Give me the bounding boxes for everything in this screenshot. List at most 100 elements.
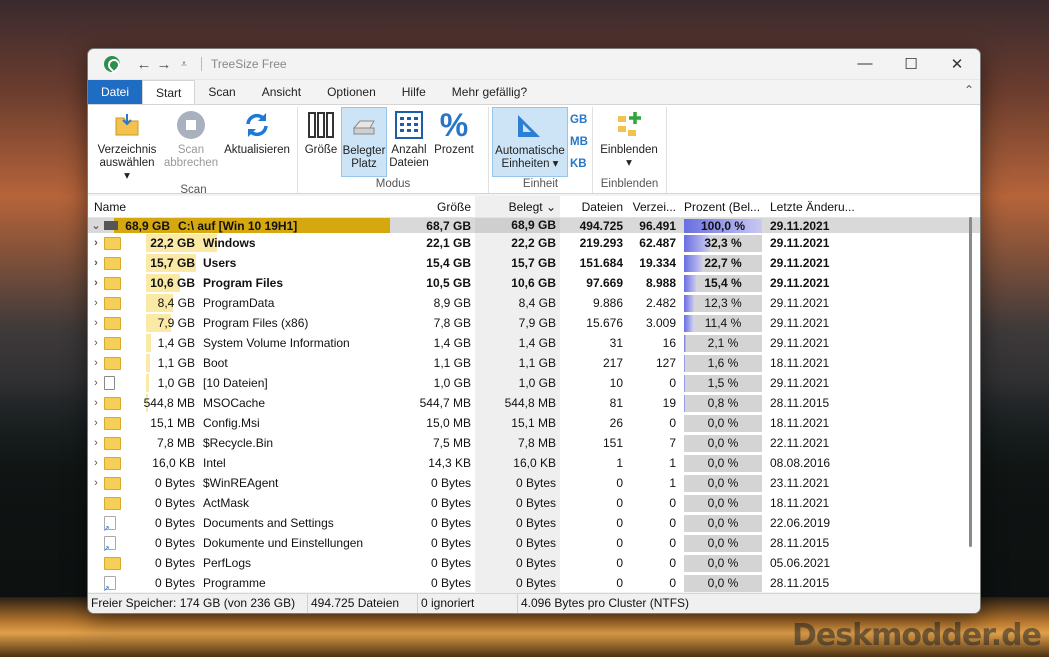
mode-file-count-button[interactable]: Anzahl Dateien	[387, 107, 431, 177]
percent-bar: 0,0 %	[684, 454, 762, 472]
tab-scan[interactable]: Scan	[195, 80, 248, 104]
maximize-button[interactable]: ☐	[888, 55, 934, 73]
table-row[interactable]: › 15,7 GB Users 15,4 GB 15,7 GB 151.684 19.334…	[88, 253, 980, 273]
row-files: 31	[609, 336, 623, 350]
file-icon	[104, 376, 115, 390]
expand-chevron-icon[interactable]: ›	[88, 257, 104, 269]
mode-size-button[interactable]: Größe	[301, 107, 341, 177]
forward-arrow-icon[interactable]: →	[154, 56, 174, 73]
expand-chevron-icon[interactable]: ›	[88, 317, 104, 329]
unit-gb-button[interactable]: GB	[570, 114, 588, 126]
expand-chevron-icon[interactable]: ›	[88, 437, 104, 449]
expand-chevron-icon[interactable]: ›	[88, 337, 104, 349]
row-size-label: 1,1 GB	[157, 356, 195, 370]
unit-switch-column: GB MB KB	[568, 107, 590, 177]
row-name: Boot	[203, 356, 228, 370]
table-row[interactable]: 0 BytesDokumente und Einstellungen0 Byte…	[88, 533, 980, 553]
tab-start[interactable]: Start	[142, 80, 196, 104]
expand-chevron-icon[interactable]: ›	[88, 477, 104, 489]
table-row[interactable]: › 0 Bytes $WinREAgent 0 Bytes 0 Bytes 0 1 0,0 %…	[88, 473, 980, 493]
expand-chevron-icon[interactable]: ›	[88, 457, 104, 469]
table-row[interactable]: › 10,6 GB Program Files 10,5 GB 10,6 GB 97.66…	[88, 273, 980, 293]
row-size: 14,3 KB	[428, 456, 471, 470]
expand-chevron-icon[interactable]: ›	[88, 297, 104, 309]
table-row[interactable]: › 8,4 GB ProgramData 8,9 GB 8,4 GB 9.886 2.482…	[88, 293, 980, 313]
column-header-size[interactable]: Größe	[390, 200, 475, 214]
column-header-used[interactable]: Belegt ⌄	[475, 196, 560, 217]
root-date: 29.11.2021	[770, 218, 830, 233]
row-size-label: 544,8 MB	[143, 396, 195, 410]
row-files: 26	[609, 416, 623, 430]
mode-percent-button[interactable]: % Prozent	[431, 107, 477, 177]
column-header-files[interactable]: Dateien	[560, 200, 627, 214]
table-row[interactable]: › 7,8 MB $Recycle.Bin 7,5 MB 7,8 MB 151 7 0,0 %…	[88, 433, 980, 453]
show-button[interactable]: Einblenden ▾	[596, 107, 662, 177]
table-row[interactable]: › 22,2 GB Windows 22,1 GB 22,2 GB 219.293 62.4…	[88, 233, 980, 253]
table-row[interactable]: › 1,4 GB System Volume Information 1,4 GB 1,…	[88, 333, 980, 353]
unit-mb-button[interactable]: MB	[570, 136, 588, 148]
name-cell: › 7,8 MB $Recycle.Bin	[88, 433, 390, 453]
table-row[interactable]: 0 Bytes PerfLogs 0 Bytes 0 Bytes 0 0 0,0 % 05.0…	[88, 553, 980, 573]
back-arrow-icon[interactable]: ←	[134, 56, 154, 73]
table-row[interactable]: 0 Bytes Programme 0 Bytes 0 Bytes 0 0 0,0 % 28.…	[88, 573, 980, 593]
row-files: 0	[616, 496, 623, 510]
row-used: 15,1 MB	[475, 413, 560, 433]
table-row[interactable]: › 15,1 MB Config.Msi 15,0 MB 15,1 MB 26 0 0,0 %…	[88, 413, 980, 433]
column-header-percent[interactable]: Prozent (Bel...	[680, 200, 766, 214]
row-size: 15,4 GB	[426, 256, 471, 270]
table-row[interactable]: › 7,9 GB Program Files (x86) 7,8 GB 7,9 GB 15…	[88, 313, 980, 333]
column-header-dirs[interactable]: Verzei...	[627, 200, 680, 214]
row-percent-text: 11,4 %	[704, 315, 742, 330]
table-row[interactable]: 0 BytesDocuments and Settings0 Bytes0 By…	[88, 513, 980, 533]
row-dirs: 19	[662, 396, 676, 410]
table-row[interactable]: › 1,0 GB [10 Dateien] 1,0 GB 1,0 GB 10 0 1,5 % 2…	[88, 373, 980, 393]
close-button[interactable]: ✕	[934, 55, 980, 73]
row-dirs: 2.482	[645, 296, 676, 310]
table-row[interactable]: › 16,0 KB Intel 14,3 KB 16,0 KB 1 1 0,0 % 08.08.…	[88, 453, 980, 473]
mode-size-label: Größe	[304, 144, 338, 156]
status-file-count: 494.725 Dateien	[308, 594, 418, 613]
row-percent-text: 0,0 %	[707, 435, 739, 450]
choose-directory-button[interactable]: Verzeichnis auswählen ▾	[93, 107, 161, 183]
expand-chevron-icon[interactable]: ›	[88, 397, 104, 409]
unit-kb-button[interactable]: KB	[570, 158, 588, 170]
quick-access-dropdown-icon[interactable]: ⩡	[174, 59, 194, 70]
row-date: 18.11.2021	[770, 416, 830, 430]
percent-bar-fill	[684, 354, 686, 372]
auto-units-button[interactable]: Automatische Einheiten ▾	[492, 107, 568, 177]
row-used: 0 Bytes	[475, 473, 560, 493]
expand-chevron-icon[interactable]: ›	[88, 277, 104, 289]
row-used: 0 Bytes	[475, 553, 560, 573]
collapse-chevron-icon[interactable]: ⌄	[88, 219, 104, 232]
row-size: 0 Bytes	[430, 576, 471, 590]
file-count-grid-icon	[393, 109, 425, 141]
tab-datei[interactable]: Datei	[88, 80, 142, 104]
vertical-scrollbar[interactable]	[969, 217, 972, 547]
expand-chevron-icon[interactable]: ›	[88, 357, 104, 369]
table-row[interactable]: › 544,8 MB MSOCache 544,7 MB 544,8 MB 81 19 0,8…	[88, 393, 980, 413]
tab-mehr-gefaellig[interactable]: Mehr gefällig?	[439, 80, 540, 104]
table-row[interactable]: › 1,1 GB Boot 1,1 GB 1,1 GB 217 127 1,6 % 18.11.…	[88, 353, 980, 373]
tab-optionen[interactable]: Optionen	[314, 80, 389, 104]
column-header-name[interactable]: Name	[88, 200, 390, 214]
minimize-button[interactable]: —	[842, 55, 888, 73]
collapse-ribbon-icon[interactable]: ⌃	[964, 83, 974, 97]
abort-scan-button[interactable]: Scan abbrechen	[161, 107, 221, 183]
tab-hilfe[interactable]: Hilfe	[389, 80, 439, 104]
refresh-button[interactable]: Aktualisieren	[221, 107, 293, 183]
table-row[interactable]: 0 Bytes ActMask 0 Bytes 0 Bytes 0 0 0,0 % 18.11…	[88, 493, 980, 513]
folder-icon	[104, 336, 121, 350]
mode-used-space-button[interactable]: Belegter Platz	[341, 107, 387, 177]
expand-chevron-icon[interactable]: ›	[88, 377, 104, 389]
row-files: 81	[609, 396, 623, 410]
row-name: Users	[203, 256, 237, 270]
tab-ansicht[interactable]: Ansicht	[249, 80, 314, 104]
row-used: 16,0 KB	[475, 453, 560, 473]
row-files: 151	[602, 436, 623, 450]
expand-chevron-icon[interactable]: ›	[88, 237, 104, 249]
column-header-date[interactable]: Letzte Änderu...	[766, 200, 862, 214]
expand-chevron-icon[interactable]: ›	[88, 417, 104, 429]
table-row-root[interactable]: ⌄ 68,9 GB C:\ auf [Win 10 19H1] 68,7 GB …	[88, 218, 980, 233]
row-date: 28.11.2015	[770, 536, 830, 550]
percent-bar-fill	[684, 374, 686, 392]
